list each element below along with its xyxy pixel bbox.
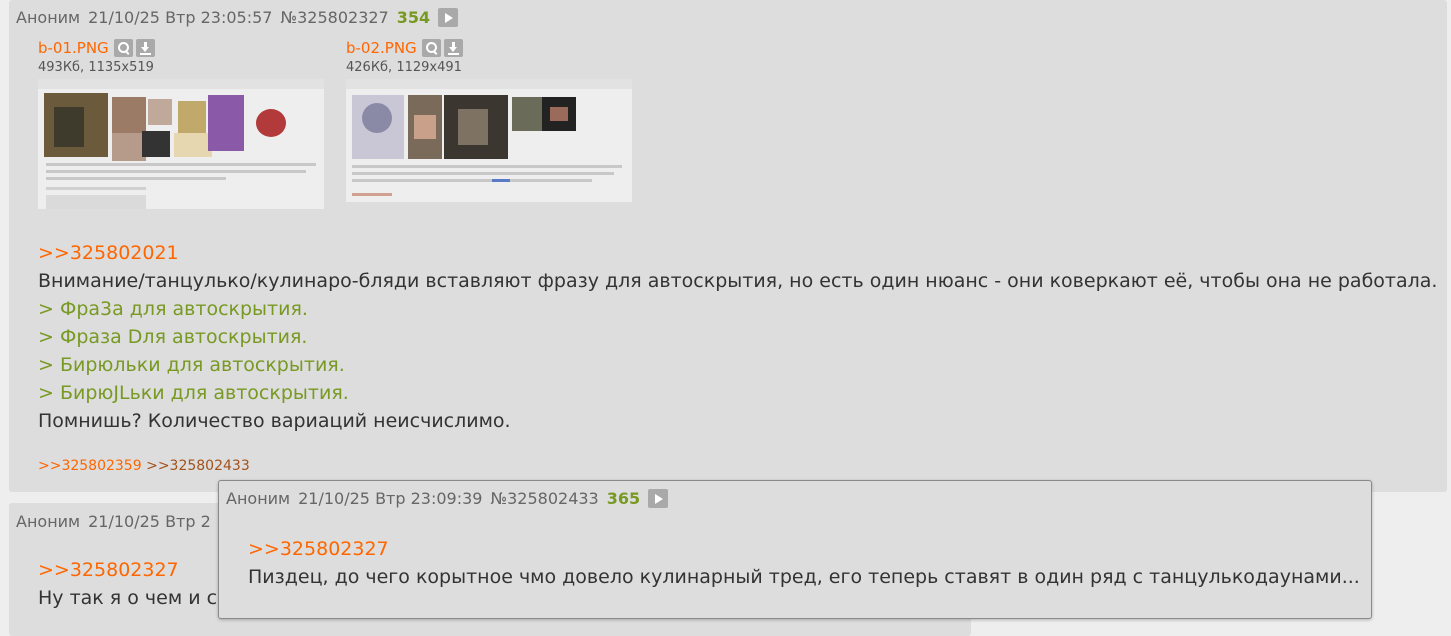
post-author: Аноним bbox=[16, 512, 81, 531]
post-message: >>325802327 Пиздец, до чего корытное чмо… bbox=[248, 535, 1360, 591]
play-icon[interactable] bbox=[648, 489, 669, 508]
post-datetime: 21/10/25 Втр 23:09:39 bbox=[298, 489, 483, 508]
message-line: Ну так я о чем и с bbox=[38, 587, 218, 609]
greentext-line: > БирюJLьки для автоскрытия. bbox=[38, 382, 349, 404]
greentext-line: > Фра3а для автоскрытия. bbox=[38, 298, 308, 320]
post-header: Аноним 21/10/25 Втр 23:09:39 №325802433 … bbox=[226, 489, 669, 508]
file-name-link[interactable]: b-01.PNG bbox=[38, 39, 109, 57]
post-message: >>325802021 Внимание/танцулько/кулинаро-… bbox=[38, 239, 1437, 435]
post-header: Аноним 21/10/25 Втр 23:05:57 №325802327 … bbox=[16, 8, 459, 27]
post-number[interactable]: №325802327 bbox=[280, 8, 388, 27]
file-attachment: b-02.PNG 426Кб, 1129x491 bbox=[346, 38, 632, 202]
message-line: Внимание/танцулько/кулинаро-бляди вставл… bbox=[38, 270, 1438, 292]
post-header: Аноним 21/10/25 Втр 2 bbox=[16, 512, 211, 531]
search-icon[interactable] bbox=[421, 39, 441, 57]
post-message: >>325802327 Ну так я о чем и с bbox=[38, 556, 217, 612]
file-meta: 426Кб, 1129x491 bbox=[346, 60, 462, 75]
post-author: Аноним bbox=[16, 8, 81, 27]
greentext-line: > Бирюльки для автоскрытия. bbox=[38, 354, 345, 376]
image-thumbnail[interactable] bbox=[346, 79, 632, 202]
play-icon[interactable] bbox=[438, 8, 459, 27]
image-thumbnail[interactable] bbox=[38, 79, 324, 209]
greentext-line: > Фраза Dля автоскрытия. bbox=[38, 326, 308, 348]
reply-link[interactable]: >>325802327 bbox=[38, 556, 217, 584]
backlinks: >>325802359 >>325802433 bbox=[38, 458, 250, 474]
post-preview-popup: Аноним 21/10/25 Втр 23:09:39 №325802433 … bbox=[218, 480, 1372, 619]
reply-link[interactable]: >>325802021 bbox=[38, 239, 1437, 267]
post-count: 365 bbox=[606, 489, 641, 508]
post-datetime: 21/10/25 Втр 2 bbox=[88, 512, 211, 531]
file-name-link[interactable]: b-02.PNG bbox=[346, 39, 417, 57]
reply-link[interactable]: >>325802327 bbox=[248, 535, 1360, 563]
download-icon[interactable] bbox=[135, 39, 155, 57]
message-line: Пиздец, до чего корытное чмо довело кули… bbox=[248, 566, 1360, 588]
message-line: Помнишь? Количество вариаций неисчислимо… bbox=[38, 410, 511, 432]
post-count: 354 bbox=[396, 8, 431, 27]
post-author: Аноним bbox=[226, 489, 291, 508]
backlink[interactable]: >>325802433 bbox=[146, 458, 250, 474]
post: Аноним 21/10/25 Втр 23:05:57 №325802327 … bbox=[9, 0, 1447, 492]
post-number[interactable]: №325802433 bbox=[490, 489, 598, 508]
download-icon[interactable] bbox=[443, 39, 463, 57]
post-datetime: 21/10/25 Втр 23:05:57 bbox=[88, 8, 273, 27]
file-meta: 493Кб, 1135x519 bbox=[38, 60, 154, 75]
search-icon[interactable] bbox=[113, 39, 133, 57]
file-attachment: b-01.PNG 493Кб, 1135x519 bbox=[38, 38, 324, 209]
backlink[interactable]: >>325802359 bbox=[38, 458, 142, 474]
